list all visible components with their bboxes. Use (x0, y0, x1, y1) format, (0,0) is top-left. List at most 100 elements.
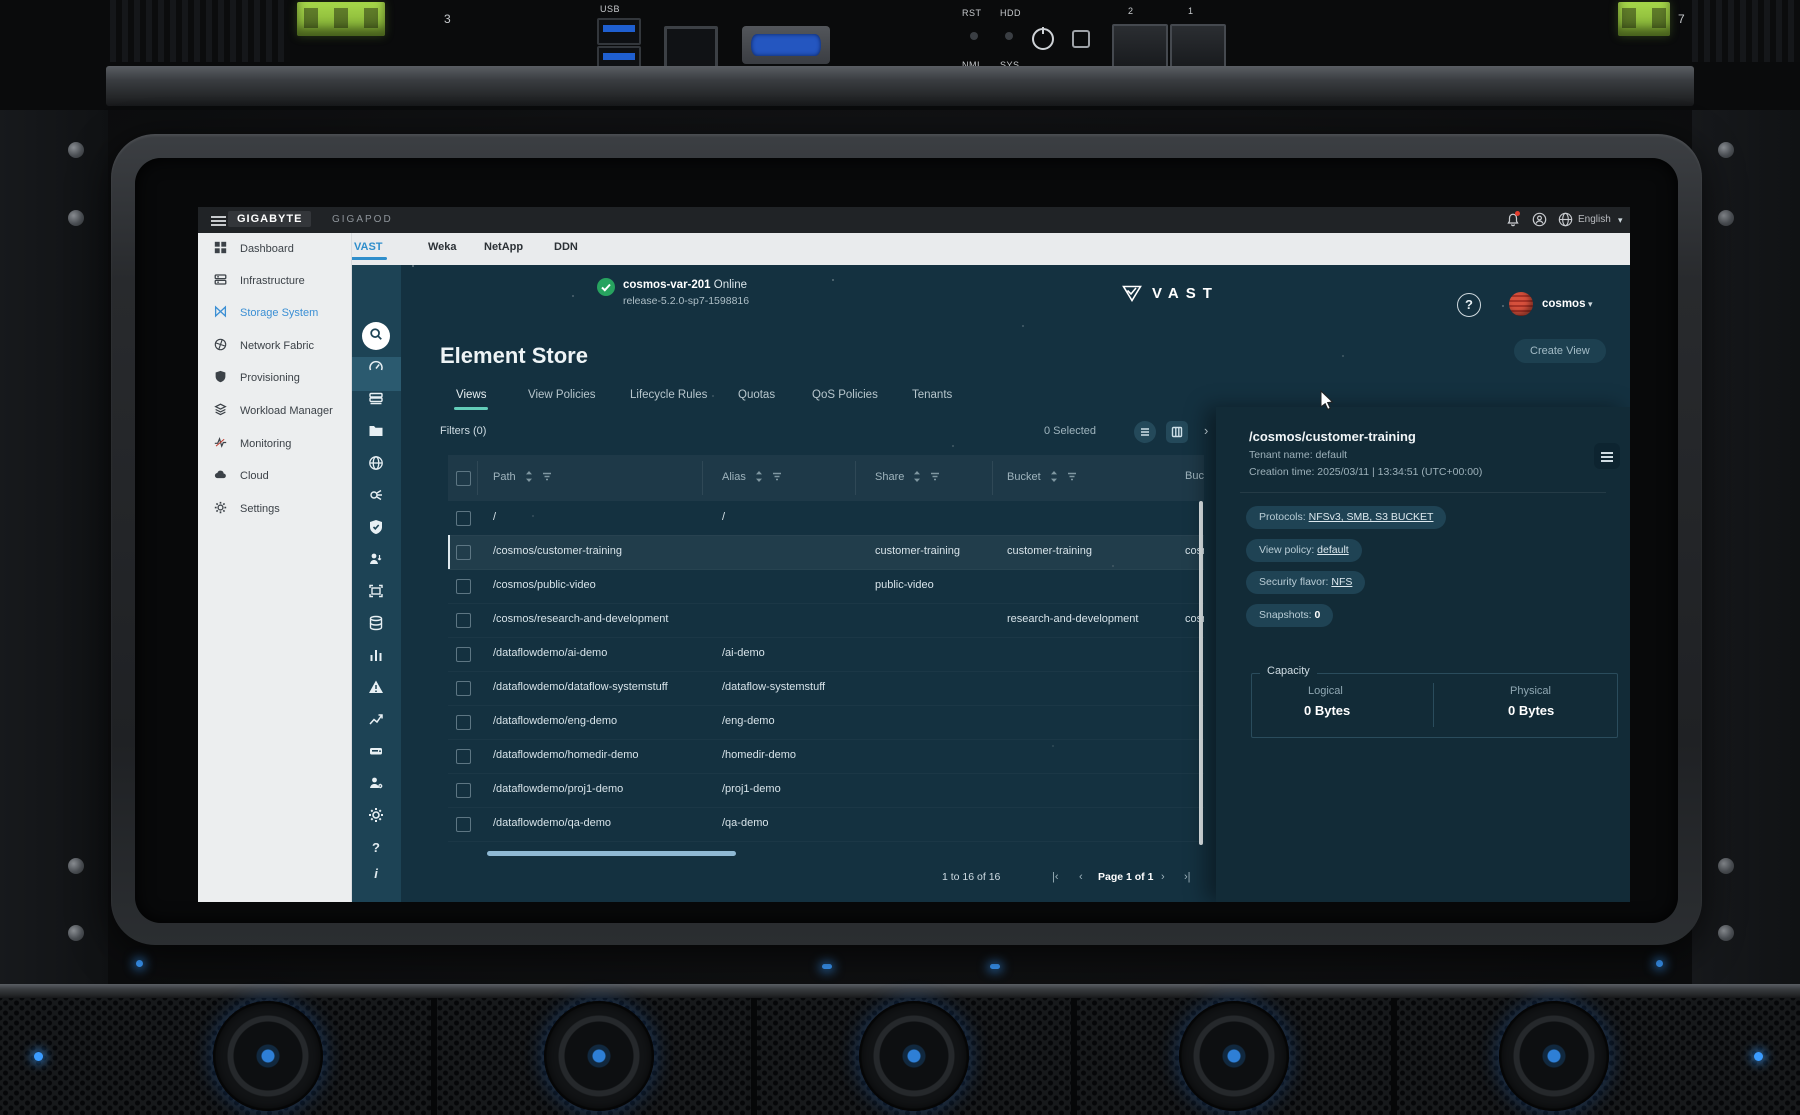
table-row[interactable]: /cosmos/research-and-development researc… (448, 603, 1204, 638)
row-checkbox[interactable] (456, 613, 471, 628)
language-selector[interactable]: English (1578, 214, 1611, 225)
table-row[interactable]: / / (448, 501, 1204, 536)
globe-icon-rail[interactable] (362, 450, 390, 478)
tab-quotas[interactable]: Quotas (738, 389, 775, 401)
row-checkbox[interactable] (456, 579, 471, 594)
rst-button[interactable] (970, 32, 978, 40)
settings-gear-icon[interactable] (362, 802, 390, 830)
column-header-bucket-owner[interactable]: Bucket (1185, 470, 1204, 482)
vertical-scrollbar[interactable] (1199, 501, 1203, 845)
table-row[interactable]: /dataflowdemo/eng-demo /eng-demo (448, 705, 1204, 740)
tab-tenants[interactable]: Tenants (912, 389, 952, 401)
analytics-trend-icon[interactable] (362, 706, 390, 734)
frame-icon[interactable] (362, 578, 390, 606)
table-row[interactable]: /dataflowdemo/proj1-demo /proj1-demo (448, 773, 1204, 808)
alerts-icon[interactable] (362, 674, 390, 702)
tab-weka[interactable]: Weka (428, 241, 457, 253)
select-all-checkbox[interactable] (456, 471, 471, 486)
bar-chart-icon[interactable] (362, 642, 390, 670)
first-page-button[interactable]: |‹ (1052, 871, 1059, 883)
avatar[interactable] (1509, 292, 1533, 316)
row-checkbox[interactable] (456, 681, 471, 696)
tab-vast[interactable]: VAST (354, 241, 383, 253)
sidebar-item-workload-manager[interactable]: Workload Manager (198, 400, 352, 424)
column-view-icon[interactable] (1166, 421, 1188, 443)
protocols-link[interactable]: NFSv3, SMB, S3 BUCKET (1309, 511, 1434, 523)
sidebar-item-monitoring[interactable]: Monitoring (198, 433, 352, 457)
row-checkbox[interactable] (456, 545, 471, 560)
filter-icon[interactable] (1067, 472, 1077, 481)
info-icon-rail[interactable]: i (362, 860, 390, 888)
column-header-alias[interactable]: Alias (722, 470, 782, 483)
sidebar-item-provisioning[interactable]: Provisioning (198, 367, 352, 391)
view-policy-link[interactable]: default (1317, 544, 1349, 556)
table-row[interactable]: /dataflowdemo/dataflow-systemstuff /data… (448, 671, 1204, 706)
services-icon[interactable] (362, 482, 390, 510)
sidebar-item-storage-system[interactable]: Storage System (198, 302, 352, 326)
help-icon[interactable]: ? (1457, 293, 1481, 317)
sort-icon[interactable] (913, 470, 921, 483)
power-button[interactable] (1032, 28, 1054, 50)
sidebar-item-dashboard[interactable]: Dashboard (198, 238, 352, 262)
horizontal-scrollbar[interactable] (487, 851, 736, 856)
row-checkbox[interactable] (456, 817, 471, 832)
table-row[interactable]: /dataflowdemo/ai-demo /ai-demo (448, 637, 1204, 672)
table-row-selected[interactable]: /cosmos/customer-training customer-train… (448, 535, 1204, 570)
filter-icon[interactable] (542, 472, 552, 481)
shield-check-icon[interactable] (362, 514, 390, 542)
user-admin-icon[interactable] (362, 770, 390, 798)
cluster-status: cosmos-var-201 Online (623, 279, 747, 291)
row-checkbox[interactable] (456, 647, 471, 662)
user-menu[interactable]: cosmos (1542, 298, 1585, 310)
filters-label[interactable]: Filters (0) (440, 425, 486, 437)
next-page-button[interactable]: › (1161, 871, 1165, 883)
sidebar-item-cloud[interactable]: Cloud (198, 465, 352, 489)
details-menu-icon[interactable] (1594, 443, 1620, 469)
create-view-button[interactable]: Create View (1514, 339, 1606, 363)
background-speckles (412, 265, 414, 267)
user-icon[interactable] (1532, 212, 1547, 232)
security-flavor-link[interactable]: NFS (1331, 576, 1352, 588)
sort-icon[interactable] (525, 470, 533, 483)
table-row[interactable]: /dataflowdemo/qa-demo /qa-demo (448, 807, 1204, 842)
table-row[interactable]: /dataflowdemo/homedir-demo /homedir-demo (448, 739, 1204, 774)
globe-icon[interactable] (1558, 212, 1573, 232)
tab-views[interactable]: Views (456, 389, 486, 401)
column-header-bucket[interactable]: Bucket (1007, 470, 1077, 483)
tab-qos-policies[interactable]: QoS Policies (812, 389, 878, 401)
dashboard-gauge-icon[interactable] (362, 354, 390, 382)
prev-page-button[interactable]: ‹ (1079, 871, 1083, 883)
column-header-share[interactable]: Share (875, 470, 940, 483)
row-checkbox[interactable] (456, 715, 471, 730)
column-header-path[interactable]: Path (493, 470, 552, 483)
filter-icon[interactable] (930, 472, 940, 481)
sort-icon[interactable] (1050, 470, 1058, 483)
tab-view-policies[interactable]: View Policies (528, 389, 596, 401)
list-view-icon[interactable] (1134, 421, 1156, 443)
collapse-panel-icon[interactable]: › (1204, 423, 1208, 438)
sidebar-item-network-fabric[interactable]: Network Fabric (198, 335, 352, 359)
filter-icon[interactable] (772, 472, 782, 481)
sidebar-item-settings[interactable]: Settings (198, 498, 352, 522)
help-icon-rail[interactable]: ? (362, 834, 390, 862)
tab-ddn[interactable]: DDN (554, 241, 578, 253)
tab-netapp[interactable]: NetApp (484, 241, 523, 253)
sidebar-item-infrastructure[interactable]: Infrastructure (198, 270, 352, 294)
table-row[interactable]: /cosmos/public-video public-video (448, 569, 1204, 604)
cell-alias: /ai-demo (722, 647, 765, 659)
element-store-folder-icon[interactable] (362, 418, 390, 446)
last-page-button[interactable]: ›| (1184, 871, 1191, 883)
screw (68, 142, 84, 158)
row-checkbox[interactable] (456, 783, 471, 798)
drive-icon[interactable] (362, 738, 390, 766)
id-button[interactable] (1072, 30, 1090, 48)
tab-lifecycle-rules[interactable]: Lifecycle Rules (630, 389, 707, 401)
search-icon[interactable] (362, 322, 390, 350)
database-icon[interactable] (362, 610, 390, 638)
user-replication-icon[interactable] (362, 546, 390, 574)
row-checkbox[interactable] (456, 511, 471, 526)
bell-icon[interactable] (1506, 212, 1520, 232)
menu-icon[interactable] (211, 216, 226, 218)
sort-icon[interactable] (755, 470, 763, 483)
row-checkbox[interactable] (456, 749, 471, 764)
